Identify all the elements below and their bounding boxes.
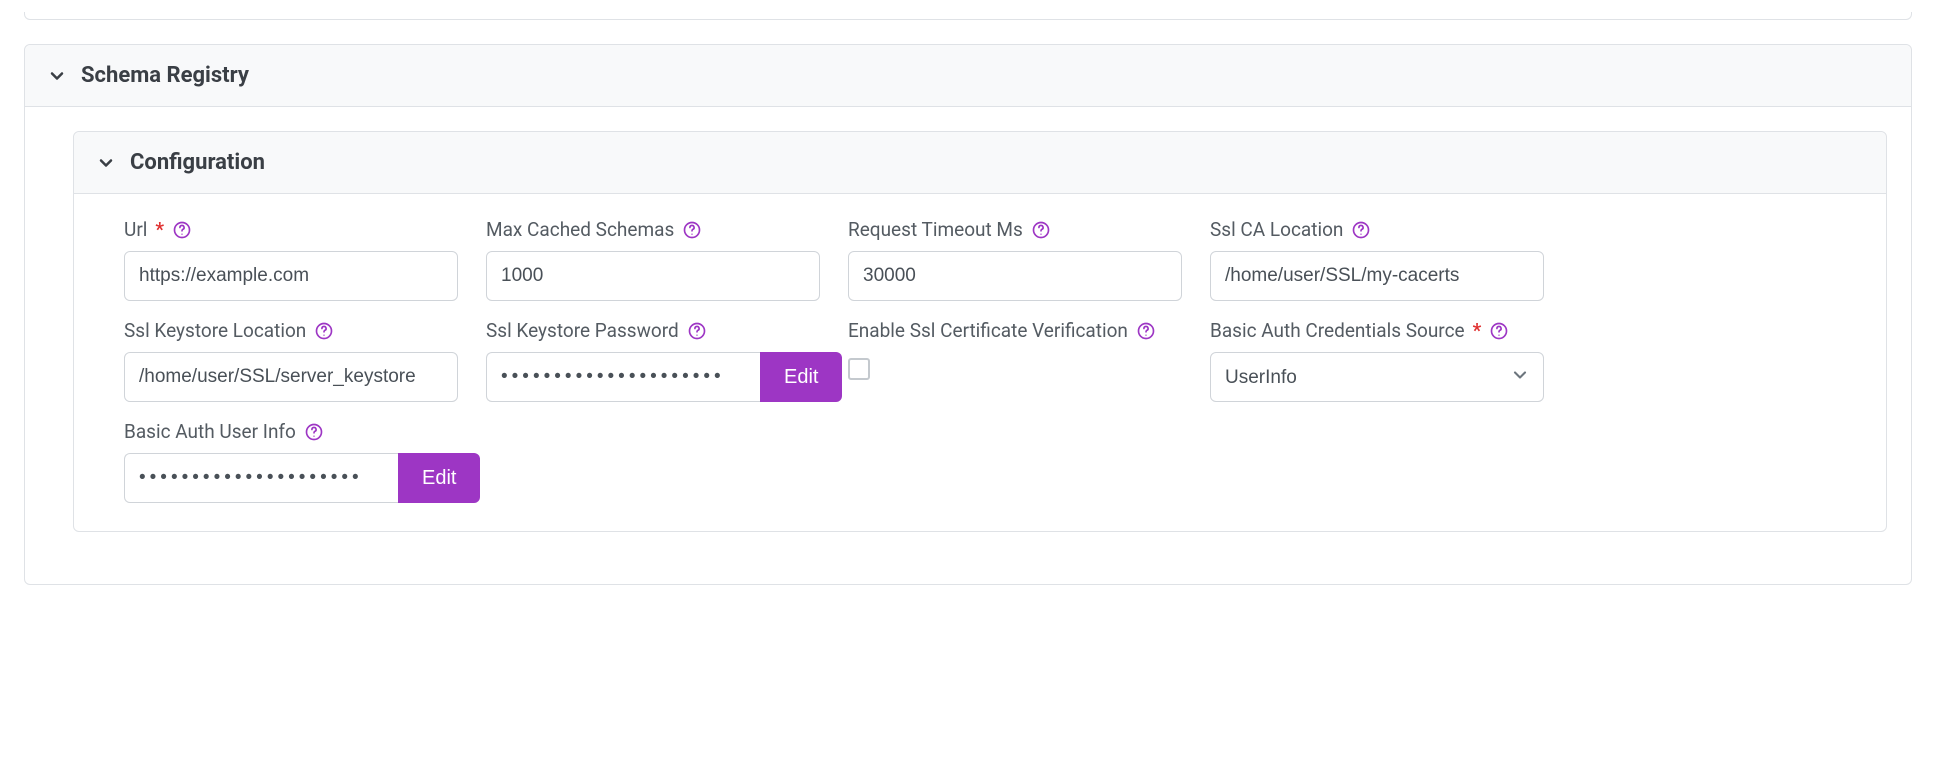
max-cached-schemas-input[interactable] [486,251,820,301]
schema-registry-body: Configuration Url * [25,107,1911,584]
url-label-row: Url * [124,218,458,241]
ssl-ca-location-label-row: Ssl CA Location [1210,218,1544,241]
ssl-keystore-password-edit-button[interactable]: Edit [760,352,842,402]
schema-registry-header[interactable]: Schema Registry [25,45,1911,107]
config-row: Url * Max Cached Schemas [124,218,1862,301]
url-field-group: Url * [124,218,458,301]
basic-auth-credentials-source-select[interactable]: UserInfo [1210,352,1544,402]
help-icon[interactable] [304,422,324,442]
ssl-keystore-password-input[interactable] [486,352,760,402]
request-timeout-label-row: Request Timeout Ms [848,218,1182,241]
enable-ssl-cert-verification-label-row: Enable Ssl Certificate Verification [848,319,1182,342]
configuration-title: Configuration [130,150,265,175]
request-timeout-field-group: Request Timeout Ms [848,218,1182,301]
basic-auth-user-info-input[interactable] [124,453,398,503]
ssl-keystore-password-field-group: Ssl Keystore Password Edit [486,319,820,402]
schema-registry-title: Schema Registry [81,63,249,88]
enable-ssl-cert-verification-label: Enable Ssl Certificate Verification [848,319,1128,342]
ssl-keystore-location-label-row: Ssl Keystore Location [124,319,458,342]
ssl-keystore-location-input[interactable] [124,352,458,402]
required-marker: * [1473,319,1482,342]
help-icon[interactable] [314,321,334,341]
request-timeout-label: Request Timeout Ms [848,218,1023,241]
help-icon[interactable] [172,220,192,240]
request-timeout-input[interactable] [848,251,1182,301]
help-icon[interactable] [687,321,707,341]
max-cached-schemas-label: Max Cached Schemas [486,218,674,241]
ssl-ca-location-label: Ssl CA Location [1210,218,1343,241]
basic-auth-user-info-edit-button[interactable]: Edit [398,453,480,503]
help-icon[interactable] [1489,321,1509,341]
ssl-ca-location-input[interactable] [1210,251,1544,301]
help-icon[interactable] [1136,321,1156,341]
required-marker: * [155,218,164,241]
basic-auth-user-info-label: Basic Auth User Info [124,420,296,443]
basic-auth-user-info-label-row: Basic Auth User Info [124,420,458,443]
max-cached-schemas-field-group: Max Cached Schemas [486,218,820,301]
enable-ssl-cert-verification-checkbox[interactable] [848,358,870,380]
config-row: Basic Auth User Info Edit [124,420,1862,503]
configuration-body: Url * Max Cached Schemas [74,194,1886,531]
help-icon[interactable] [682,220,702,240]
config-row: Ssl Keystore Location Ssl Keystore Passw… [124,319,1862,402]
enable-ssl-cert-verification-field-group: Enable Ssl Certificate Verification [848,319,1182,402]
schema-registry-panel: Schema Registry Configuration Url [24,44,1912,585]
ssl-keystore-password-label-row: Ssl Keystore Password [486,319,820,342]
chevron-down-icon [47,66,67,86]
max-cached-schemas-label-row: Max Cached Schemas [486,218,820,241]
basic-auth-user-info-field-group: Basic Auth User Info Edit [124,420,458,503]
ssl-ca-location-field-group: Ssl CA Location [1210,218,1544,301]
basic-auth-credentials-source-label-row: Basic Auth Credentials Source * [1210,319,1544,342]
url-label: Url [124,218,147,241]
configuration-panel: Configuration Url * [73,131,1887,532]
ssl-keystore-password-label: Ssl Keystore Password [486,319,679,342]
previous-panel-edge [24,12,1912,20]
basic-auth-credentials-source-label: Basic Auth Credentials Source [1210,319,1465,342]
chevron-down-icon [96,153,116,173]
help-icon[interactable] [1031,220,1051,240]
ssl-keystore-location-field-group: Ssl Keystore Location [124,319,458,402]
help-icon[interactable] [1351,220,1371,240]
configuration-header[interactable]: Configuration [74,132,1886,194]
basic-auth-credentials-source-field-group: Basic Auth Credentials Source * UserInfo [1210,319,1544,402]
url-input[interactable] [124,251,458,301]
ssl-keystore-location-label: Ssl Keystore Location [124,319,306,342]
